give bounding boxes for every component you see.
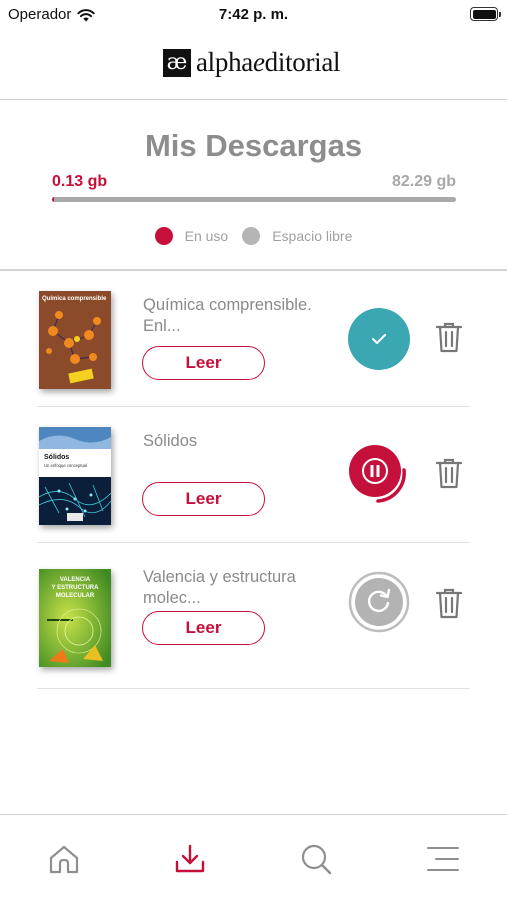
read-button[interactable]: Leer	[142, 611, 265, 645]
downloaded-status-button[interactable]	[348, 308, 410, 370]
page-title: Mis Descargas	[144, 128, 363, 163]
storage-used-fill	[52, 197, 54, 202]
storage-bar	[52, 197, 456, 202]
delete-button[interactable]	[434, 586, 464, 620]
legend-used-dot	[154, 227, 173, 245]
read-button[interactable]: Leer	[142, 346, 265, 380]
download-progress-button[interactable]	[348, 444, 410, 506]
home-icon	[49, 845, 79, 874]
used-space-value: 0.13 gb	[52, 173, 108, 190]
book-cover-art: Química comprensible	[39, 291, 111, 389]
list-item: Sólidos Un enfoque conceptual Sólidos Le…	[37, 407, 470, 543]
legend-free-label: Espacio libre	[272, 228, 353, 244]
download-icon	[175, 844, 205, 873]
legend-used-label: En uso	[184, 228, 229, 244]
tab-downloads[interactable]	[172, 841, 208, 877]
list-item: VALENCIA Y ESTRUCTURA MOLECULAR Valencia…	[37, 543, 470, 689]
svg-text:MOLECULAR: MOLECULAR	[56, 593, 95, 599]
clock: 7:42 p. m.	[218, 6, 289, 23]
storage-legend: En uso Espacio libre	[0, 227, 507, 245]
retry-download-button[interactable]	[348, 571, 410, 633]
book-cover[interactable]: Química comprensible	[39, 291, 111, 389]
check-icon	[372, 334, 386, 344]
book-cover[interactable]: VALENCIA Y ESTRUCTURA MOLECULAR	[39, 569, 111, 667]
trash-icon	[435, 458, 463, 489]
book-title: Química comprensible. Enl...	[143, 296, 312, 335]
tab-menu[interactable]	[425, 841, 461, 877]
list-item: Química comprensible Química comprensibl…	[37, 271, 470, 407]
svg-text:Y ESTRUCTURA: Y ESTRUCTURA	[52, 585, 100, 591]
book-title: Valencia y estructura molec...	[143, 568, 296, 607]
book-cover-art: Sólidos Un enfoque conceptual	[39, 427, 111, 525]
retry-icon	[348, 571, 410, 633]
book-cover[interactable]: Sólidos Un enfoque conceptual	[39, 427, 111, 525]
book-cover-art: VALENCIA Y ESTRUCTURA MOLECULAR	[39, 569, 111, 667]
trash-icon	[435, 322, 463, 353]
status-bar: Operador 7:42 p. m.	[0, 0, 507, 28]
logo[interactable]: æ alphaeditorial	[163, 47, 341, 78]
downloads-list: Química comprensible Química comprensibl…	[37, 271, 470, 689]
svg-text:Un enfoque conceptual: Un enfoque conceptual	[44, 463, 87, 468]
logo-mark: æ	[163, 48, 191, 77]
svg-text:VALENCIA: VALENCIA	[60, 577, 91, 583]
book-title: Sólidos	[143, 432, 198, 450]
pause-icon	[349, 445, 406, 503]
menu-icon	[427, 847, 459, 871]
logo-text: alphaeditorial	[196, 47, 341, 77]
tab-bar	[0, 814, 507, 900]
svg-text:Sólidos: Sólidos	[44, 454, 69, 461]
trash-icon	[435, 588, 463, 619]
search-icon	[301, 844, 332, 875]
delete-button[interactable]	[434, 456, 464, 490]
free-space-value: 82.29 gb	[391, 173, 456, 190]
read-button[interactable]: Leer	[142, 482, 265, 516]
svg-text:Química comprensible: Química comprensible	[42, 296, 107, 302]
tab-home[interactable]	[46, 841, 82, 877]
battery-icon	[470, 7, 501, 21]
delete-button[interactable]	[434, 320, 464, 354]
legend-free-dot	[242, 227, 261, 245]
tab-search[interactable]	[298, 841, 334, 877]
app-header: æ alphaeditorial	[0, 28, 507, 100]
